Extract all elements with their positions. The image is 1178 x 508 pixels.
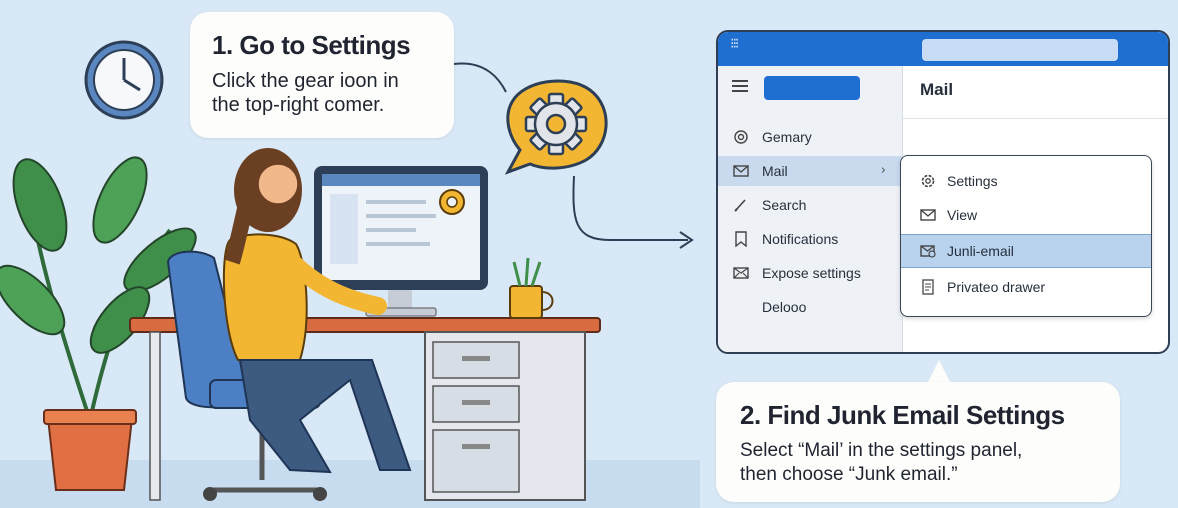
step1-callout: 1. Go to Settings Click the gear ioon in… <box>190 12 454 138</box>
submenu-item-private-drawer[interactable]: Privateo drawer <box>901 270 1151 304</box>
search-input[interactable] <box>922 39 1118 61</box>
step1-body-line1: Click the gear ioon in <box>212 70 399 92</box>
submenu-item-settings[interactable]: Settings <box>901 164 1151 198</box>
submenu-item-label: Privateo drawer <box>947 279 1046 295</box>
document-icon <box>919 279 937 295</box>
submenu-item-view[interactable]: View <box>901 198 1151 232</box>
mug <box>509 257 554 319</box>
junk-mail-icon <box>919 243 937 259</box>
step1-title: 1. Go to Settings <box>212 30 411 60</box>
step2-title: 2. Find Junk Email Settings <box>740 400 1065 430</box>
new-mail-button[interactable] <box>764 76 860 100</box>
nav-item-label: Expose settings <box>762 265 861 281</box>
nav-item-mail[interactable]: Mail › <box>718 156 902 186</box>
wall-clock-icon <box>84 40 164 120</box>
mail-submenu: Settings View Junli-email Privateo drawe… <box>900 155 1152 317</box>
hamburger-menu-icon[interactable] <box>732 80 748 94</box>
nav-item-label: Delooo <box>762 299 807 315</box>
divider <box>903 118 1168 119</box>
mail-box-icon <box>732 265 750 281</box>
bookmark-icon <box>732 231 750 247</box>
settings-nav: Gemary Mail › Search Notifications Expos… <box>718 66 903 352</box>
step2-body-line2: then choose “Junk email.” <box>740 464 958 485</box>
submenu-item-label: Junli-email <box>947 243 1014 259</box>
app-launcher-icon[interactable]: ⁝⁝⁝ <box>730 37 750 58</box>
envelope-icon <box>919 207 937 223</box>
nav-item-label: Gemary <box>762 129 812 145</box>
submenu-item-junk-email[interactable]: Junli-email <box>901 234 1151 268</box>
nav-item-label: Notifications <box>762 231 839 247</box>
step2-callout: 2. Find Junk Email Settings Select “Mail… <box>716 382 1120 502</box>
nav-item-search[interactable]: Search <box>718 190 902 220</box>
gear-icon <box>919 173 937 189</box>
step1-body-line2: the top-right comer. <box>212 94 385 116</box>
nav-item-delooo[interactable]: Delooo <box>718 292 902 322</box>
pencil-icon <box>732 197 750 213</box>
nav-item-label: Search <box>762 197 807 213</box>
pane-title: Mail <box>920 80 954 99</box>
step2-body-line1: Select “Mail’ in the settings panel, <box>740 440 1023 461</box>
nav-item-label: Mail <box>762 163 788 179</box>
nav-item-expose-settings[interactable]: Expose settings <box>718 258 902 288</box>
settings-ring-icon <box>732 129 750 145</box>
submenu-item-label: Settings <box>947 173 998 189</box>
envelope-icon <box>732 163 750 179</box>
nav-item-general[interactable]: Gemary <box>718 122 902 152</box>
chevron-right-icon: › <box>880 163 886 178</box>
title-bar: ⁝⁝⁝ <box>718 32 1168 66</box>
nav-item-notifications[interactable]: Notifications <box>718 224 902 254</box>
submenu-item-label: View <box>947 207 978 223</box>
gear-icon <box>504 79 608 175</box>
